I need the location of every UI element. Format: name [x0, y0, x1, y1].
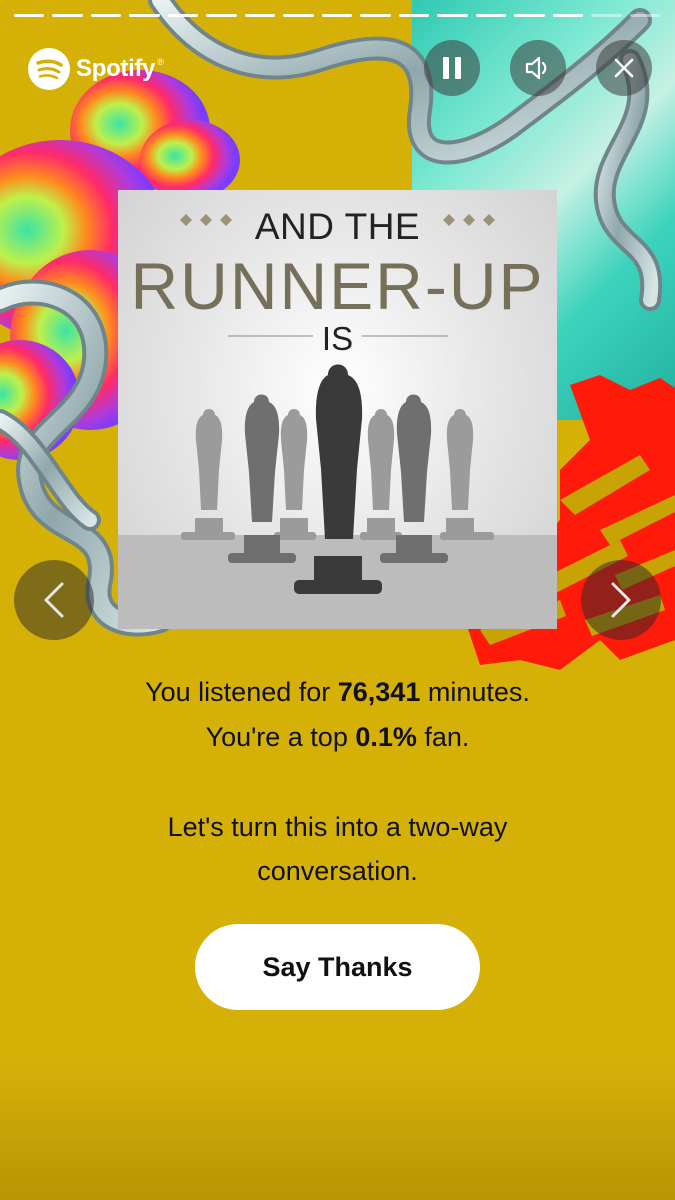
progress-segment: [398, 14, 430, 17]
progress-segment: [437, 14, 468, 17]
pause-icon: [443, 57, 461, 79]
podcast-cover-art: AND THE RUNNER-UP IS: [118, 190, 557, 629]
cover-title-line2: RUNNER-UP: [130, 249, 545, 323]
progress-segment: [90, 14, 122, 17]
progress-segment: [14, 14, 45, 17]
next-story-button[interactable]: [581, 560, 661, 640]
percent-value: 0.1%: [355, 722, 417, 752]
listening-minutes-text: You listened for 76,341 minutes.: [145, 677, 530, 707]
progress-segment: [514, 14, 545, 17]
chevron-right-icon: [611, 582, 631, 618]
chevron-left-icon: [44, 582, 64, 618]
logo-trademark: ®: [157, 57, 164, 67]
progress-segment: [475, 14, 507, 17]
close-button[interactable]: [596, 40, 652, 96]
minutes-value: 76,341: [337, 677, 421, 707]
cover-title-line1: AND THE: [254, 206, 421, 247]
conversation-message-line2: conversation.: [257, 856, 418, 886]
story-screen: Spotify ® AND THE RUNNER-UP IS You liste…: [0, 0, 675, 1200]
previous-story-button[interactable]: [14, 560, 94, 640]
close-icon: [614, 58, 634, 78]
say-thanks-button[interactable]: Say Thanks: [195, 924, 480, 1010]
conversation-message-line1: Let's turn this into a two-way: [167, 812, 508, 842]
mute-button[interactable]: [510, 40, 566, 96]
progress-segment: [244, 14, 276, 17]
progress-segment: [52, 14, 83, 17]
pause-button[interactable]: [424, 40, 480, 96]
top-fan-text: You're a top 0.1% fan.: [205, 722, 470, 752]
cover-title-line3: IS: [321, 320, 354, 357]
progress-segment: [321, 14, 353, 17]
progress-segment: [129, 14, 160, 17]
progress-segment: [360, 14, 391, 17]
logo-text: Spotify: [76, 55, 156, 82]
progress-segment: [591, 14, 622, 17]
progress-segment: [206, 14, 237, 17]
story-progress-bar: [14, 14, 660, 17]
progress-segment: [283, 14, 314, 17]
spotify-logo: Spotify ®: [28, 47, 164, 91]
progress-segment: [167, 14, 199, 17]
progress-segment: [629, 14, 660, 17]
volume-icon: [525, 56, 547, 80]
progress-segment: [552, 14, 584, 17]
spotify-icon: [28, 48, 70, 90]
